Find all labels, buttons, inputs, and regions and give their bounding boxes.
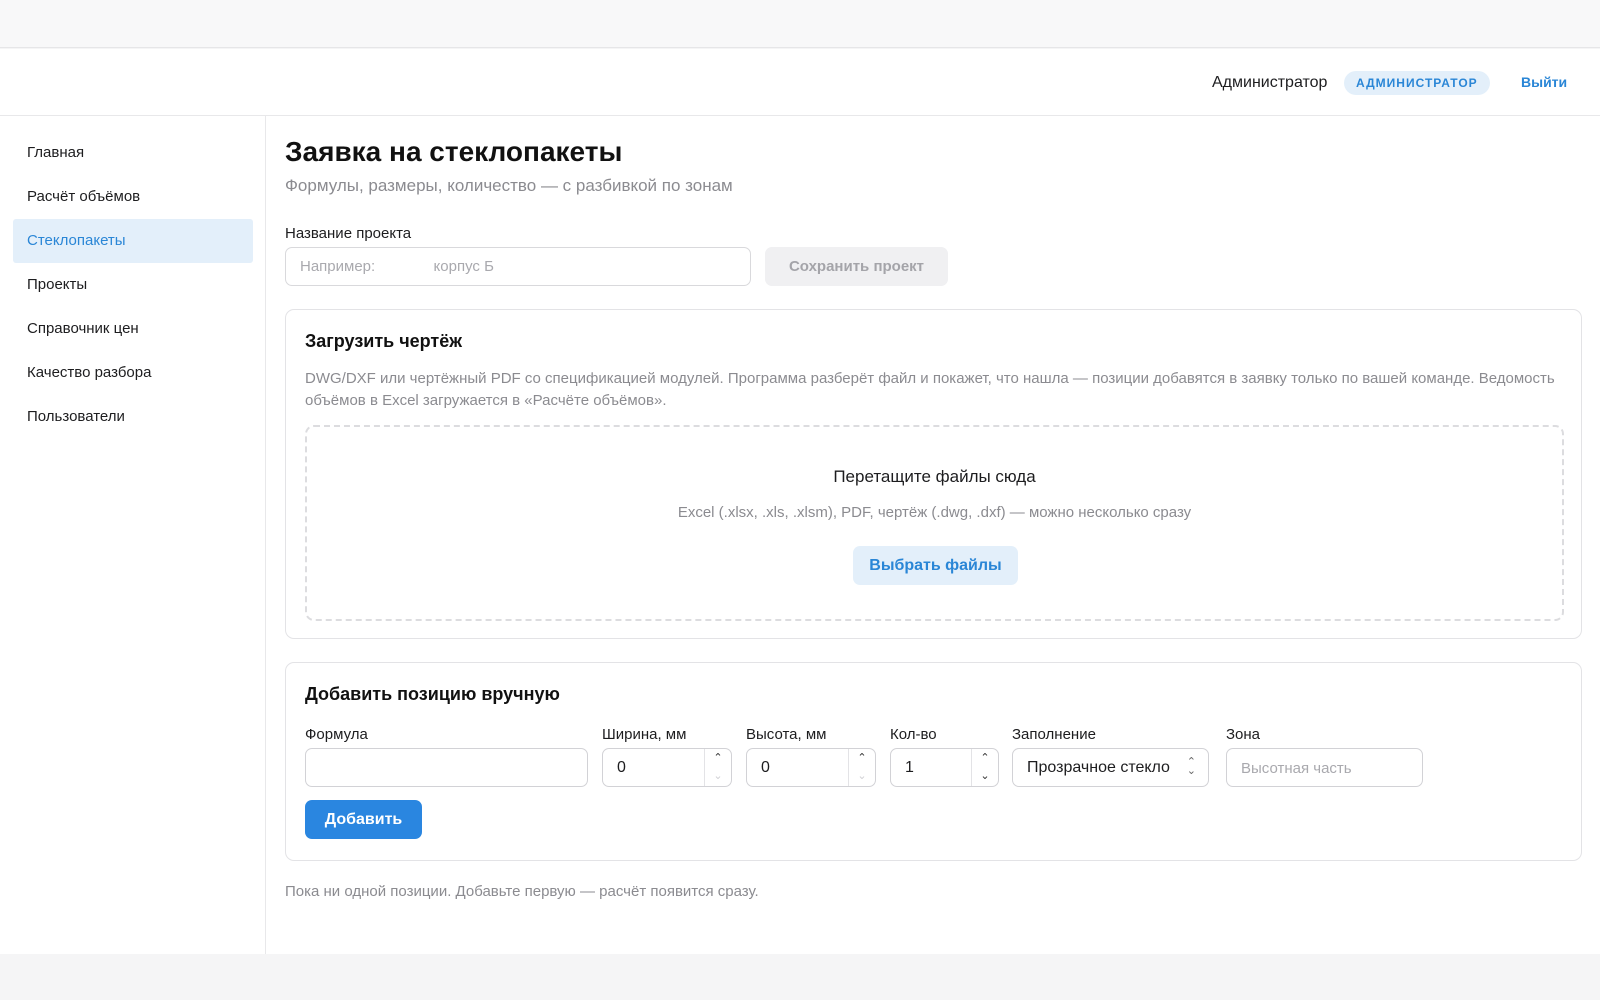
zone-label: Зона [1226, 726, 1261, 743]
empty-state-note: Пока ни одной позиции. Добавьте первую —… [285, 883, 759, 900]
chevron-up-icon[interactable]: ⌃ [705, 749, 731, 767]
sidebar-item-price-list[interactable]: Справочник цен [13, 307, 253, 351]
chevron-down-icon[interactable]: ⌄ [972, 767, 998, 785]
height-input[interactable]: 0 ⌃ ⌄ [746, 748, 876, 787]
chevron-up-icon[interactable]: ⌃ [849, 749, 875, 767]
main-content: Заявка на стеклопакеты Формулы, размеры,… [266, 116, 1600, 954]
zone-input[interactable]: Высотная часть [1226, 748, 1423, 787]
window-top-strip [0, 0, 1600, 48]
chevron-down-icon[interactable]: ⌄ [705, 767, 731, 785]
height-label: Высота, мм [746, 726, 827, 743]
file-dropzone[interactable]: Перетащите файлы сюда Excel (.xlsx, .xls… [305, 425, 1564, 621]
updown-chevrons-icon: ⌃ ⌄ [1186, 756, 1196, 777]
sidebar-item-volume-calc[interactable]: Расчёт объёмов [13, 175, 253, 219]
formula-input[interactable] [305, 748, 588, 787]
width-input[interactable]: 0 ⌃ ⌄ [602, 748, 732, 787]
add-position-button[interactable]: Добавить [305, 800, 422, 839]
chevron-up-icon[interactable]: ⌃ [972, 749, 998, 767]
sidebar: Главная Расчёт объёмов Стеклопакеты Прое… [0, 116, 266, 954]
chevron-down-icon[interactable]: ⌄ [849, 767, 875, 785]
sidebar-item-projects[interactable]: Проекты [13, 263, 253, 307]
dropzone-hint: Excel (.xlsx, .xls, .xlsm), PDF, чертёж … [677, 504, 1192, 521]
zone-placeholder: Высотная часть [1241, 760, 1352, 777]
width-label: Ширина, мм [602, 726, 687, 743]
logout-link[interactable]: Выйти [1521, 74, 1567, 90]
sidebar-item-home[interactable]: Главная [13, 131, 253, 175]
manual-card-title: Добавить позицию вручную [305, 684, 560, 704]
page-subtitle: Формулы, размеры, количество — с разбивк… [285, 176, 733, 195]
project-name-label: Название проекта [285, 225, 412, 242]
page-title: Заявка на стеклопакеты [285, 136, 623, 167]
fill-select[interactable]: Прозрачное стекло ⌃ ⌄ [1012, 748, 1209, 787]
project-name-input[interactable] [285, 247, 751, 286]
app-window: Администратор АДМИНИСТРАТОР Выйти Главна… [0, 49, 1600, 954]
upload-drawing-card: Загрузить чертёж DWG/DXF или чертёжный P… [285, 309, 1582, 639]
quantity-stepper[interactable]: ⌃ ⌄ [971, 749, 998, 786]
formula-label: Формула [305, 726, 368, 743]
fill-label: Заполнение [1012, 726, 1096, 743]
quantity-value: 1 [905, 759, 914, 776]
sidebar-item-glass-units[interactable]: Стеклопакеты [13, 219, 253, 263]
role-badge: АДМИНИСТРАТОР [1344, 71, 1490, 95]
height-stepper[interactable]: ⌃ ⌄ [848, 749, 875, 786]
manual-add-card: Добавить позицию вручную Формула Ширина,… [285, 662, 1582, 861]
choose-files-button[interactable]: Выбрать файлы [853, 546, 1018, 585]
sidebar-item-parse-quality[interactable]: Качество разбора [13, 351, 253, 395]
upload-card-description: DWG/DXF или чертёжный PDF со спецификаци… [305, 370, 1555, 409]
user-name: Администратор [1212, 74, 1328, 91]
sidebar-item-users[interactable]: Пользователи [13, 395, 253, 439]
quantity-input[interactable]: 1 ⌃ ⌄ [890, 748, 999, 787]
dropzone-title: Перетащите файлы сюда [833, 467, 1036, 486]
save-project-button[interactable]: Сохранить проект [765, 247, 948, 286]
width-value: 0 [617, 759, 626, 776]
fill-selected-value: Прозрачное стекло [1027, 759, 1170, 776]
height-value: 0 [761, 759, 770, 776]
width-stepper[interactable]: ⌃ ⌄ [704, 749, 731, 786]
quantity-label: Кол-во [890, 726, 937, 743]
upload-card-title: Загрузить чертёж [305, 331, 463, 351]
top-header: Администратор АДМИНИСТРАТОР Выйти [0, 49, 1600, 116]
